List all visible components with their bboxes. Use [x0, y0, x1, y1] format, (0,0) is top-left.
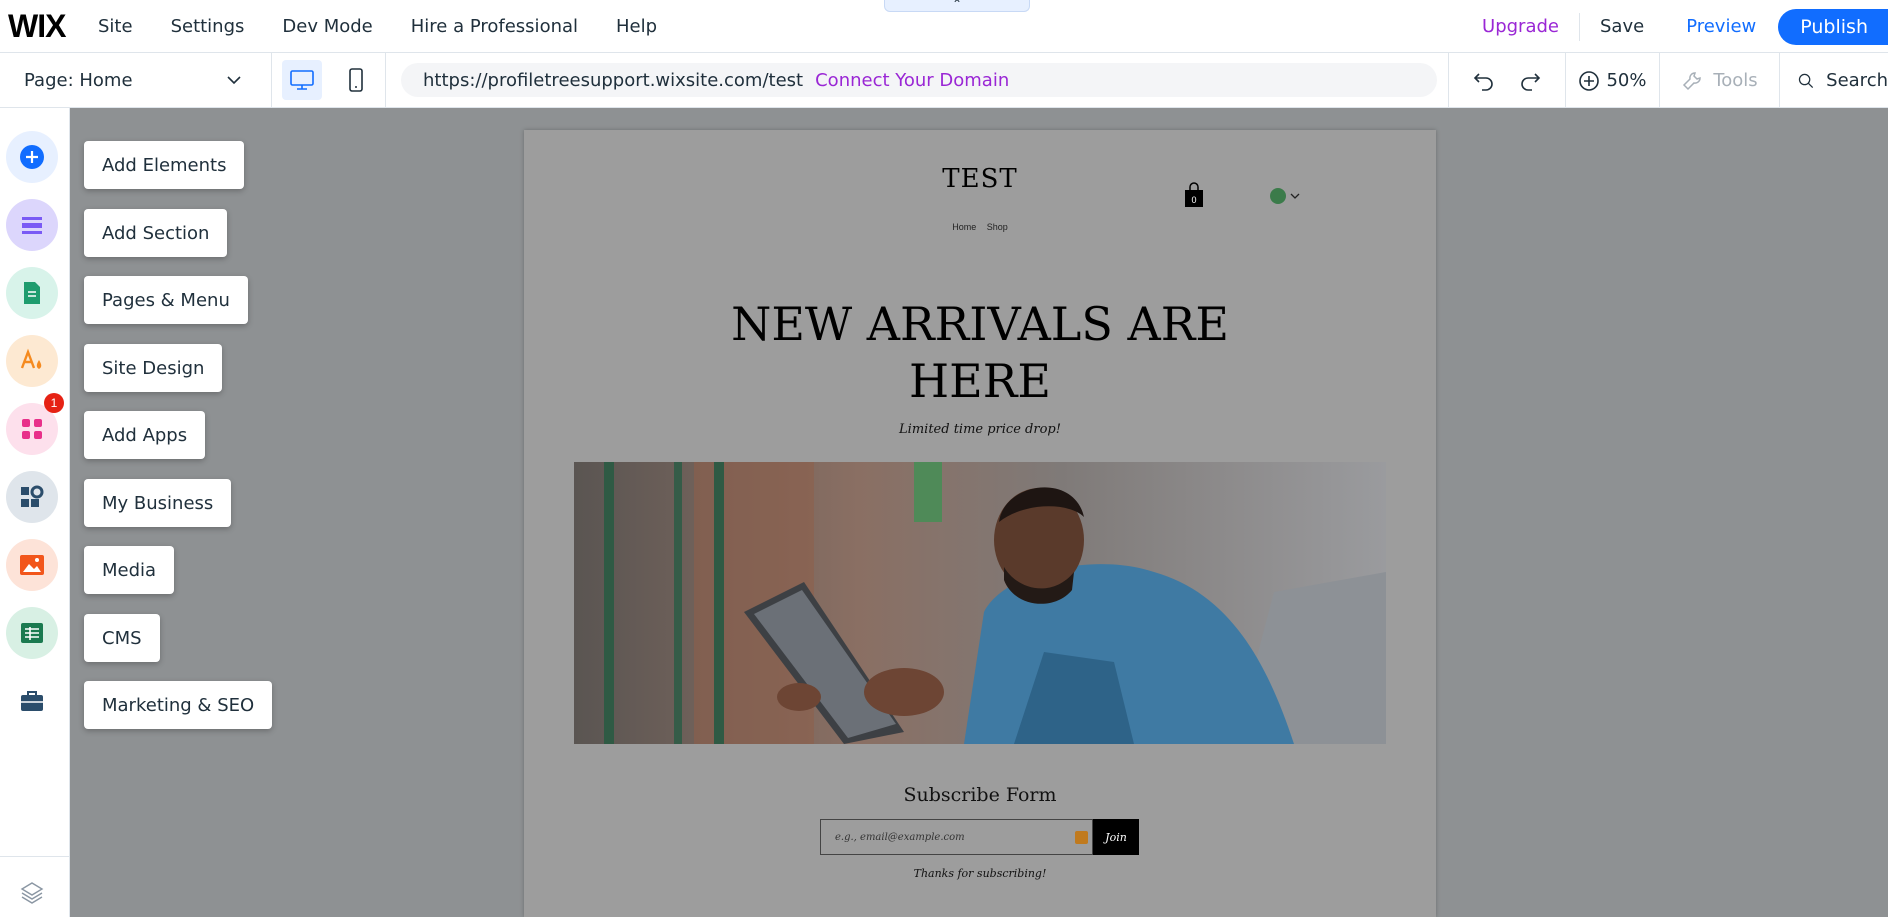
search-button[interactable]: Search [1780, 53, 1888, 108]
wix-logo[interactable]: WIX [8, 8, 98, 45]
page-selector[interactable]: Page: Home [0, 52, 272, 108]
save-button[interactable]: Save [1580, 16, 1664, 37]
page-selector-label: Page: Home [24, 69, 133, 91]
zoom-in-icon [1579, 70, 1600, 91]
site-canvas[interactable]: TEST Home Shop 0 NEW ARRIVALS ARE HERE L… [524, 130, 1436, 917]
device-switcher [272, 52, 386, 108]
marketing-seo-icon [21, 691, 43, 711]
site-nav-shop[interactable]: Shop [987, 222, 1008, 232]
redo-icon[interactable] [1519, 71, 1541, 91]
menu-settings[interactable]: Settings [171, 16, 245, 37]
rail-add-elements-button[interactable] [6, 131, 58, 183]
chevron-down-icon [1290, 193, 1300, 199]
add-elements-item[interactable]: Add Elements [84, 141, 245, 189]
add-elements-icon [20, 145, 44, 169]
cart-widget[interactable]: 0 [1184, 182, 1204, 212]
my-business-item[interactable]: My Business [84, 479, 232, 527]
site-design-item[interactable]: Site Design [84, 344, 223, 392]
site-url[interactable]: https://profiletreesupport.wixsite.com/t… [423, 70, 803, 91]
desktop-view-button[interactable] [281, 60, 322, 100]
add-apps-icon [22, 419, 42, 439]
rail-add-apps-button[interactable]: 1 [6, 393, 64, 455]
wrench-icon [1683, 71, 1702, 90]
marketing-seo-item[interactable]: Marketing & SEO [84, 681, 273, 729]
media-icon [20, 555, 44, 575]
zoom-level: 50% [1606, 70, 1647, 91]
search-icon [1798, 73, 1814, 88]
search-label: Search [1826, 70, 1888, 91]
rail-site-design-button[interactable] [6, 335, 58, 387]
add-apps-item[interactable]: Add Apps [84, 411, 206, 459]
my-business-icon [21, 485, 44, 507]
autofill-icon [1075, 831, 1088, 844]
hero-image[interactable] [574, 462, 1386, 744]
hero-heading[interactable]: NEW ARRIVALS ARE HERE [674, 296, 1286, 410]
preview-button[interactable]: Preview [1664, 16, 1778, 37]
upgrade-button[interactable]: Upgrade [1462, 12, 1580, 41]
top-menu: Site Settings Dev Mode Hire a Profession… [98, 16, 695, 37]
rail-add-section-button[interactable] [6, 199, 58, 251]
rail-layers-button[interactable] [6, 866, 58, 917]
cms-icon [21, 623, 43, 643]
mobile-icon [348, 68, 363, 92]
menu-site[interactable]: Site [98, 16, 133, 37]
menu-hire-professional[interactable]: Hire a Professional [411, 16, 578, 37]
tools-label: Tools [1713, 70, 1758, 91]
zoom-control[interactable]: 50% [1566, 53, 1660, 108]
cms-item[interactable]: CMS [84, 614, 160, 662]
hero-subheading[interactable]: Limited time price drop! [524, 422, 1436, 437]
site-nav-home[interactable]: Home [952, 222, 976, 232]
editor-toolbar: Page: Home https://profiletreesupport.wi… [0, 52, 1888, 108]
rail-pages-menu-button[interactable] [6, 267, 58, 319]
rail-marketing-seo-button[interactable] [6, 675, 58, 727]
site-design-icon [20, 348, 42, 369]
undo-icon[interactable] [1473, 71, 1495, 91]
add-section-item[interactable]: Add Section [84, 209, 228, 257]
pages-menu-icon [24, 282, 40, 304]
email-placeholder: e.g., email@example.com [835, 831, 965, 843]
hero-photo [574, 462, 1386, 744]
layers-icon [20, 882, 44, 904]
menu-help[interactable]: Help [616, 16, 657, 37]
apps-notification-badge: 1 [44, 393, 64, 413]
top-menu-bar: WIX Site Settings Dev Mode Hire a Profes… [0, 0, 1888, 53]
menu-dev-mode[interactable]: Dev Mode [282, 16, 372, 37]
tools-button[interactable]: Tools [1660, 53, 1780, 108]
mobile-view-button[interactable] [336, 60, 376, 100]
cart-count: 0 [1191, 195, 1196, 205]
desktop-icon [289, 70, 314, 90]
subscribe-thanks-text[interactable]: Thanks for subscribing! [524, 867, 1436, 880]
collapse-toolbar-button[interactable]: ⌃ [884, 0, 1030, 12]
editor-stage: Add Elements Add Section Pages & Menu Si… [70, 108, 1888, 917]
rail-media-button[interactable] [6, 539, 58, 591]
language-flag-icon [1270, 188, 1286, 204]
site-nav[interactable]: Home Shop [524, 222, 1436, 232]
add-section-icon [22, 217, 42, 234]
rail-divider [0, 856, 69, 857]
email-field[interactable]: e.g., email@example.com [820, 819, 1093, 855]
rail-my-business-button[interactable] [6, 471, 58, 523]
publish-button[interactable]: Publish [1778, 8, 1888, 45]
site-url-bar: https://profiletreesupport.wixsite.com/t… [401, 63, 1437, 97]
toolbar-right: 50% Tools Search [1448, 53, 1888, 108]
shopping-bag-icon: 0 [1185, 182, 1203, 207]
connect-domain-link[interactable]: Connect Your Domain [815, 70, 1009, 91]
language-selector[interactable] [1270, 188, 1300, 204]
undo-redo-group [1448, 53, 1566, 108]
media-item[interactable]: Media [84, 546, 175, 594]
subscribe-form-title[interactable]: Subscribe Form [524, 784, 1436, 806]
top-right-actions: Upgrade Save Preview Publish [1462, 0, 1888, 53]
pages-menu-item[interactable]: Pages & Menu [84, 276, 248, 324]
join-button[interactable]: Join [1093, 819, 1139, 855]
rail-cms-button[interactable] [6, 607, 58, 659]
chevron-down-icon [227, 76, 241, 85]
